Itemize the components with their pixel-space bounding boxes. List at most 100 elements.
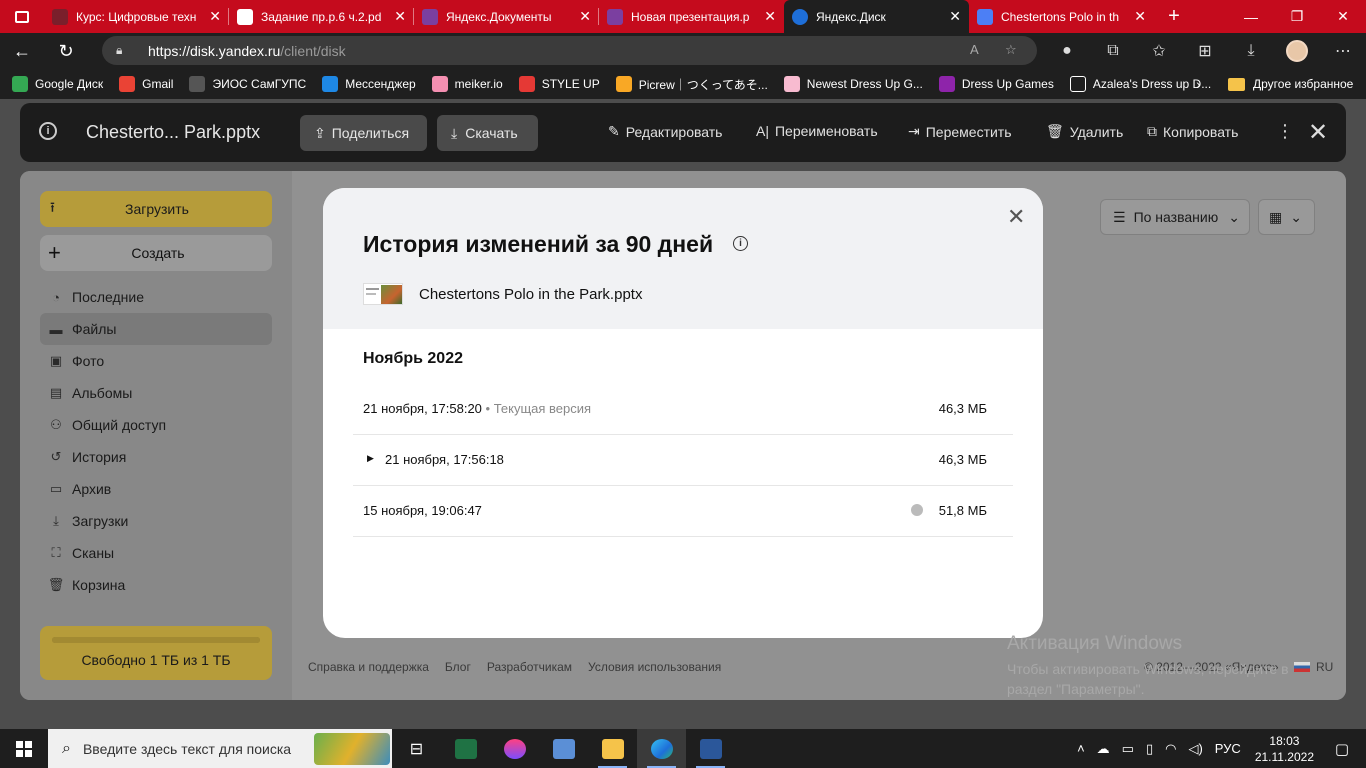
sidebar-item-files[interactable]: ▬ Файлы <box>40 313 272 345</box>
download-button[interactable]: ⤓ Скачать <box>437 115 538 151</box>
sidebar-item-trash[interactable]: 🗑︎ Корзина <box>40 569 272 601</box>
bookmark-meiker[interactable]: meiker.io <box>431 76 503 92</box>
photos-button[interactable] <box>539 729 588 768</box>
close-tab-icon[interactable]: ✕ <box>764 8 776 25</box>
bookmark-gmail[interactable]: Gmail <box>119 76 173 92</box>
tab-4-active[interactable]: Яндекс.Диск ✕ <box>784 0 969 33</box>
bookmark-styleup[interactable]: STYLE UP <box>518 76 600 92</box>
reload-button[interactable]: ↻ <box>44 33 88 69</box>
footer-links: Справка и поддержка Блог Разработчикам У… <box>308 660 737 674</box>
copy-button[interactable]: ⧉ Копировать <box>1147 123 1238 140</box>
close-viewer-icon[interactable]: ✕ <box>1308 118 1328 147</box>
bookmark-messenger[interactable]: Мессенджер <box>322 76 416 92</box>
copilot-icon[interactable]: ● <box>1044 42 1090 60</box>
back-button[interactable]: ← <box>0 33 44 69</box>
close-icon[interactable]: ✕ <box>1007 204 1025 230</box>
footer-link-developers[interactable]: Разработчикам <box>487 660 572 674</box>
sidebar-item-recent[interactable]: ◔ Последние <box>40 281 272 313</box>
language-switch[interactable]: RU <box>1294 660 1333 674</box>
sidebar-item-shared[interactable]: ⚇ Общий доступ <box>40 409 272 441</box>
input-language[interactable]: РУС <box>1215 741 1241 756</box>
minimize-icon[interactable]: — <box>1228 0 1274 33</box>
upload-button[interactable]: ⭱ Загрузить <box>40 191 272 227</box>
create-label: Создать <box>131 245 185 261</box>
add-favorite-icon[interactable]: ☆ <box>1005 42 1017 58</box>
trash-icon: 🗑︎ <box>1046 123 1064 139</box>
view-mode-dropdown[interactable]: ▦ ⌄ <box>1258 199 1315 235</box>
rename-button[interactable]: A| Переименовать <box>756 123 878 139</box>
chevron-up-icon[interactable]: ˄ <box>1077 741 1085 756</box>
tab-0[interactable]: Курс: Цифровые техн ✕ <box>44 0 229 33</box>
tab-actions-button[interactable] <box>0 0 44 33</box>
move-button[interactable]: ⇥ Переместить <box>908 123 1012 140</box>
start-button[interactable] <box>0 729 48 768</box>
close-tab-icon[interactable]: ✕ <box>1134 8 1146 25</box>
download-label: Скачать <box>465 125 518 141</box>
bookmark-newest-dressup[interactable]: Newest Dress Up G... <box>783 76 923 92</box>
version-row[interactable]: ▶ 21 ноября, 17:56:18 46,3 МБ <box>353 435 1013 486</box>
meet-icon[interactable]: ▭ <box>1122 741 1134 757</box>
sidebar-item-archive[interactable]: ▭ Архив <box>40 473 272 505</box>
version-row[interactable]: 15 ноября, 19:06:47 51,8 МБ <box>353 486 1013 537</box>
edge-button[interactable] <box>637 729 686 768</box>
sidebar-item-history[interactable]: ↺ История <box>40 441 272 473</box>
create-button[interactable]: + Создать <box>40 235 272 271</box>
collections-icon[interactable]: ⊞ <box>1182 41 1228 61</box>
edit-button[interactable]: ✎ Редактировать <box>608 123 722 140</box>
read-aloud-icon[interactable]: A <box>970 42 979 57</box>
share-button[interactable]: ⇪ Поделиться <box>300 115 427 151</box>
profile-avatar[interactable] <box>1286 40 1308 62</box>
bookmark-azalea[interactable]: Azalea's Dress up D... <box>1069 76 1211 92</box>
bookmark-dressup-games[interactable]: Dress Up Games <box>938 76 1054 92</box>
delete-button[interactable]: 🗑︎ Удалить <box>1046 123 1123 140</box>
menu-icon[interactable]: ⋯ <box>1320 41 1366 61</box>
tab-2[interactable]: Яндекс.Документы ✕ <box>414 0 599 33</box>
volume-icon[interactable]: ◁) <box>1188 741 1202 757</box>
footer-link-blog[interactable]: Блог <box>445 660 471 674</box>
bookmark-google-drive[interactable]: Google Диск <box>12 76 103 92</box>
close-tab-icon[interactable]: ✕ <box>209 8 221 25</box>
close-tab-icon[interactable]: ✕ <box>394 8 406 25</box>
bookmark-eios[interactable]: ЭИОС СамГУПС <box>189 76 306 92</box>
sidebar-item-albums[interactable]: ▤ Альбомы <box>40 377 272 409</box>
tab-5[interactable]: Chestertons Polo in th ✕ <box>969 0 1154 33</box>
close-tab-icon[interactable]: ✕ <box>949 8 961 25</box>
tab-1[interactable]: Задание пр.р.6 ч.2.pd ✕ <box>229 0 414 33</box>
taskbar-search[interactable]: ⌕ Введите здесь текст для поиска <box>48 729 392 768</box>
other-favorites[interactable]: Другое избранное <box>1228 69 1353 99</box>
sidebar-item-label: Сканы <box>72 545 115 561</box>
notification-icon[interactable]: ▢ <box>1328 740 1356 758</box>
battery-icon[interactable]: ▯ <box>1146 741 1153 757</box>
extensions-icon[interactable]: ⧉ <box>1090 42 1136 60</box>
favorites-icon[interactable]: ✩ <box>1136 41 1182 61</box>
tab-3[interactable]: Новая презентация.p ✕ <box>599 0 784 33</box>
explorer-button[interactable] <box>588 729 637 768</box>
clock[interactable]: 18:03 21.11.2022 <box>1255 733 1314 765</box>
footer-link-terms[interactable]: Условия использования <box>588 660 721 674</box>
wifi-icon[interactable]: ◠ <box>1165 741 1176 757</box>
quota-card[interactable]: Свободно 1 ТБ из 1 ТБ <box>40 626 272 680</box>
sidebar-item-downloads[interactable]: ⤓ Загрузки <box>40 505 272 537</box>
sidebar-item-scans[interactable]: ⛶ Сканы <box>40 537 272 569</box>
close-window-icon[interactable]: ✕ <box>1320 0 1366 33</box>
chevron-right-icon[interactable]: › <box>1196 76 1201 92</box>
version-row[interactable]: 21 ноября, 17:58:20 • Текущая версия 46,… <box>353 384 1013 435</box>
sidebar-item-photo[interactable]: ▣ Фото <box>40 345 272 377</box>
address-bar[interactable]: 🔒︎ https://disk.yandex.ru/client/disk A … <box>102 36 1037 65</box>
footer-link-help[interactable]: Справка и поддержка <box>308 660 429 674</box>
close-tab-icon[interactable]: ✕ <box>579 8 591 25</box>
info-icon[interactable]: i <box>733 236 748 251</box>
info-icon[interactable]: i <box>39 122 57 140</box>
bookmark-picrew[interactable]: Picrew｜つくってあそ... <box>615 76 768 93</box>
sort-dropdown[interactable]: ☰ По названию ⌄ <box>1100 199 1250 235</box>
new-tab-button[interactable]: + <box>1154 0 1194 33</box>
more-icon[interactable]: ⋮ <box>1276 121 1294 142</box>
paint-button[interactable] <box>490 729 539 768</box>
expand-triangle-icon[interactable]: ▶ <box>367 453 374 464</box>
task-view-button[interactable]: ⊟ <box>392 729 441 768</box>
excel-button[interactable] <box>441 729 490 768</box>
downloads-icon[interactable]: ⤓ <box>1228 42 1274 60</box>
weather-icon[interactable]: ☁ <box>1097 741 1110 757</box>
maximize-icon[interactable]: ❐ <box>1274 0 1320 33</box>
word-button[interactable] <box>686 729 735 768</box>
